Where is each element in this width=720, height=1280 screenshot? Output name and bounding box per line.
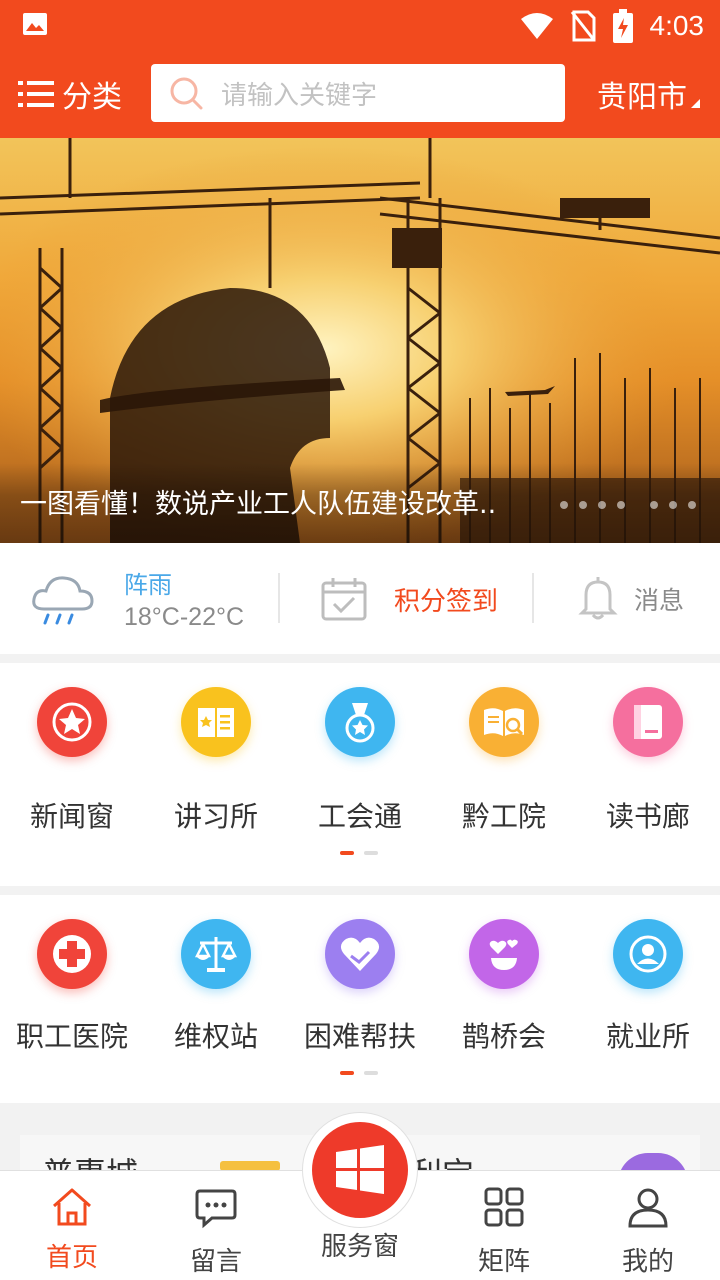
pager-dot <box>364 851 378 855</box>
feature-grid-2: 职工医院 维权站 困难帮扶 鹊桥会 就业所 <box>0 895 720 1103</box>
banner-pagination <box>560 501 696 509</box>
tab-service-window[interactable] <box>312 1122 408 1218</box>
message-button[interactable]: 消息 <box>634 581 684 617</box>
grid-item-label: 讲习所 <box>173 800 258 833</box>
person-search-icon <box>613 919 683 989</box>
search-input[interactable]: 请输入关键字 <box>151 64 565 122</box>
tab-home[interactable]: 首页 <box>0 1171 144 1280</box>
banner-dot[interactable] <box>579 501 587 509</box>
tab-label: 首页 <box>45 1243 98 1273</box>
tab-label: 我的 <box>621 1247 674 1277</box>
list-menu-icon <box>18 81 54 107</box>
weather-condition: 阵雨 <box>124 571 172 599</box>
windows-icon <box>336 1145 384 1194</box>
grid-item-label: 困难帮扶 <box>303 1020 416 1053</box>
open-book-search-icon <box>469 687 539 757</box>
weather-temperature: 18°C-22°C <box>124 603 245 631</box>
banner-dot[interactable] <box>560 501 568 509</box>
battery-charging-icon <box>612 9 633 43</box>
banner-dot[interactable] <box>617 501 625 509</box>
grid-item-label: 鹊桥会 <box>461 1020 546 1053</box>
divider <box>532 573 534 623</box>
dropdown-triangle-icon <box>691 98 700 108</box>
category-button[interactable]: 分类 <box>18 72 122 116</box>
search-icon <box>170 77 203 110</box>
home-icon <box>53 1188 91 1226</box>
grid-item-reading[interactable]: 读书廊 <box>576 663 720 886</box>
book-star-icon <box>181 687 251 757</box>
status-bar: 4:03 <box>0 0 720 50</box>
grid-item-matchmaking[interactable]: 鹊桥会 <box>432 895 576 1103</box>
signin-button[interactable]: 积分签到 <box>394 581 498 618</box>
no-sim-icon <box>570 10 595 42</box>
banner-caption: 一图看懂！数说产业工人队伍建设改革.. <box>20 489 497 520</box>
wifi-icon <box>520 13 553 39</box>
grid-item-news[interactable]: 新闻窗 <box>0 663 144 886</box>
tab-label: 服务窗 <box>320 1232 399 1262</box>
info-strip: 阵雨 18°C-22°C 积分签到 消息 <box>0 543 720 654</box>
banner-dot[interactable] <box>650 501 658 509</box>
search-placeholder: 请输入关键字 <box>221 80 378 111</box>
medal-icon <box>325 687 395 757</box>
system-icons: 4:03 <box>520 6 705 46</box>
user-icon <box>628 1188 668 1228</box>
tab-message[interactable]: 留言 <box>144 1171 288 1280</box>
grid-item-lecture[interactable]: 讲习所 <box>144 663 288 886</box>
screen: 4:03 分类 请输入关键字 贵阳市 一图看懂！数说产业工人队伍建设改革.. 阵… <box>0 0 720 1280</box>
chat-icon <box>195 1189 237 1229</box>
grid-item-label: 读书廊 <box>605 800 690 833</box>
pager-dot-active <box>340 851 354 855</box>
grid-item-label: 工会通 <box>317 800 402 833</box>
medical-cross-icon <box>37 919 107 989</box>
feature-grid-1: 新闻窗 讲习所 工会通 黔工院 读书廊 <box>0 663 720 886</box>
calendar-check-icon[interactable] <box>320 576 368 622</box>
hearts-cup-icon <box>469 919 539 989</box>
grid-item-label: 职工医院 <box>15 1020 128 1053</box>
banner-dot[interactable] <box>688 501 696 509</box>
banner-dot[interactable] <box>669 501 677 509</box>
gallery-notification-icon <box>23 13 47 35</box>
grid-icon <box>484 1187 524 1227</box>
banner-dot[interactable] <box>598 501 606 509</box>
city-label: 贵阳市 <box>597 80 687 115</box>
category-label: 分类 <box>62 80 122 115</box>
pager-dot-active <box>340 1071 354 1075</box>
tab-matrix[interactable]: 矩阵 <box>432 1171 576 1280</box>
grid1-pagination <box>340 851 378 855</box>
grid-item-label: 黔工院 <box>461 800 546 833</box>
heart-hand-icon <box>325 919 395 989</box>
grid-item-label: 就业所 <box>605 1020 690 1053</box>
clock: 4:03 <box>649 10 705 41</box>
city-selector[interactable]: 贵阳市 <box>597 72 700 116</box>
scales-icon <box>181 919 251 989</box>
tab-label: 矩阵 <box>477 1247 530 1277</box>
rain-cloud-icon <box>32 576 94 625</box>
grid-item-rights[interactable]: 维权站 <box>144 895 288 1103</box>
banner-carousel[interactable]: 一图看懂！数说产业工人队伍建设改革.. <box>0 138 720 543</box>
pager-dot <box>364 1071 378 1075</box>
grid-item-employment[interactable]: 就业所 <box>576 895 720 1103</box>
grid2-pagination <box>340 1071 378 1075</box>
grid-item-academy[interactable]: 黔工院 <box>432 663 576 886</box>
tab-label: 留言 <box>189 1247 242 1277</box>
grid-item-label: 维权站 <box>173 1020 258 1053</box>
tab-profile[interactable]: 我的 <box>576 1171 720 1280</box>
star-icon <box>37 687 107 757</box>
grid-item-label: 新闻窗 <box>29 800 114 833</box>
bell-icon[interactable] <box>578 575 618 621</box>
app-bar: 分类 请输入关键字 贵阳市 <box>0 50 720 138</box>
notebook-icon <box>613 687 683 757</box>
grid-item-hospital[interactable]: 职工医院 <box>0 895 144 1103</box>
divider <box>278 573 280 623</box>
